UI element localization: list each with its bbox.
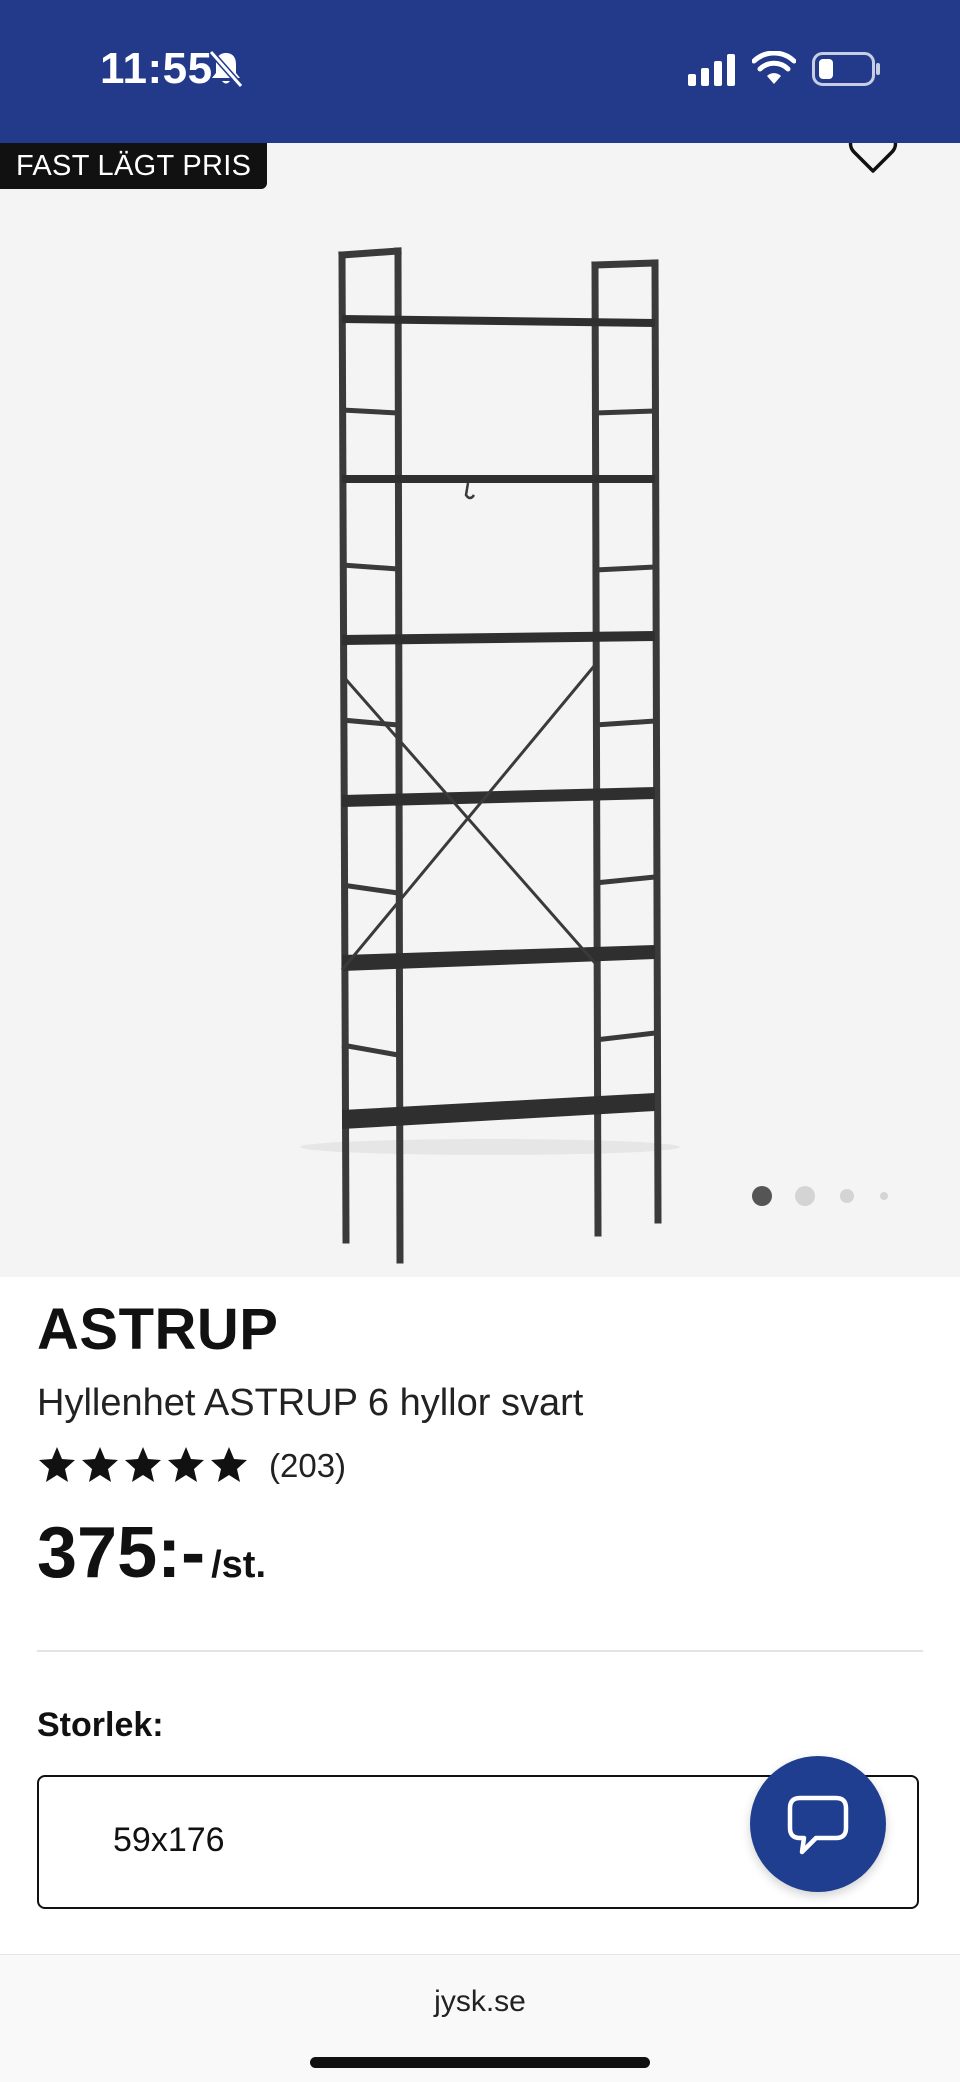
address-bar-url[interactable]: jysk.se bbox=[0, 1985, 960, 2019]
product-gallery[interactable]: FAST LÄGT PRIS bbox=[0, 143, 960, 1277]
signal-icon bbox=[688, 54, 738, 91]
browser-bottom-bar: jysk.se bbox=[0, 1954, 960, 2082]
gallery-dot-3[interactable] bbox=[840, 1189, 854, 1203]
home-indicator[interactable] bbox=[310, 2057, 650, 2068]
price-value: 375:- bbox=[37, 1513, 206, 1593]
price-unit: /st. bbox=[211, 1544, 266, 1586]
product-price: 375:-/st. bbox=[37, 1512, 266, 1594]
product-brand: ASTRUP bbox=[37, 1297, 279, 1362]
status-bar: 11:55 bbox=[0, 0, 960, 143]
chat-bubble-icon bbox=[786, 1794, 850, 1861]
status-time: 11:55 bbox=[100, 44, 213, 93]
bell-muted-icon bbox=[207, 49, 245, 94]
wifi-icon bbox=[751, 50, 797, 90]
gallery-pagination[interactable] bbox=[750, 1184, 900, 1208]
product-name: Hyllenhet ASTRUP 6 hyllor svart bbox=[37, 1382, 584, 1424]
size-value: 59x176 bbox=[113, 1821, 225, 1859]
battery-icon bbox=[812, 52, 882, 91]
divider bbox=[37, 1650, 923, 1652]
shelf-product-image bbox=[300, 247, 680, 1264]
review-count[interactable]: (203) bbox=[269, 1447, 346, 1485]
rating-stars bbox=[39, 1447, 247, 1482]
gallery-dot-4[interactable] bbox=[880, 1192, 888, 1200]
gallery-dot-2[interactable] bbox=[795, 1186, 815, 1206]
size-label: Storlek: bbox=[37, 1706, 164, 1744]
chat-button[interactable] bbox=[750, 1756, 886, 1892]
heart-icon[interactable] bbox=[848, 143, 898, 180]
price-badge: FAST LÄGT PRIS bbox=[0, 143, 268, 189]
gallery-dot-1[interactable] bbox=[752, 1186, 772, 1206]
